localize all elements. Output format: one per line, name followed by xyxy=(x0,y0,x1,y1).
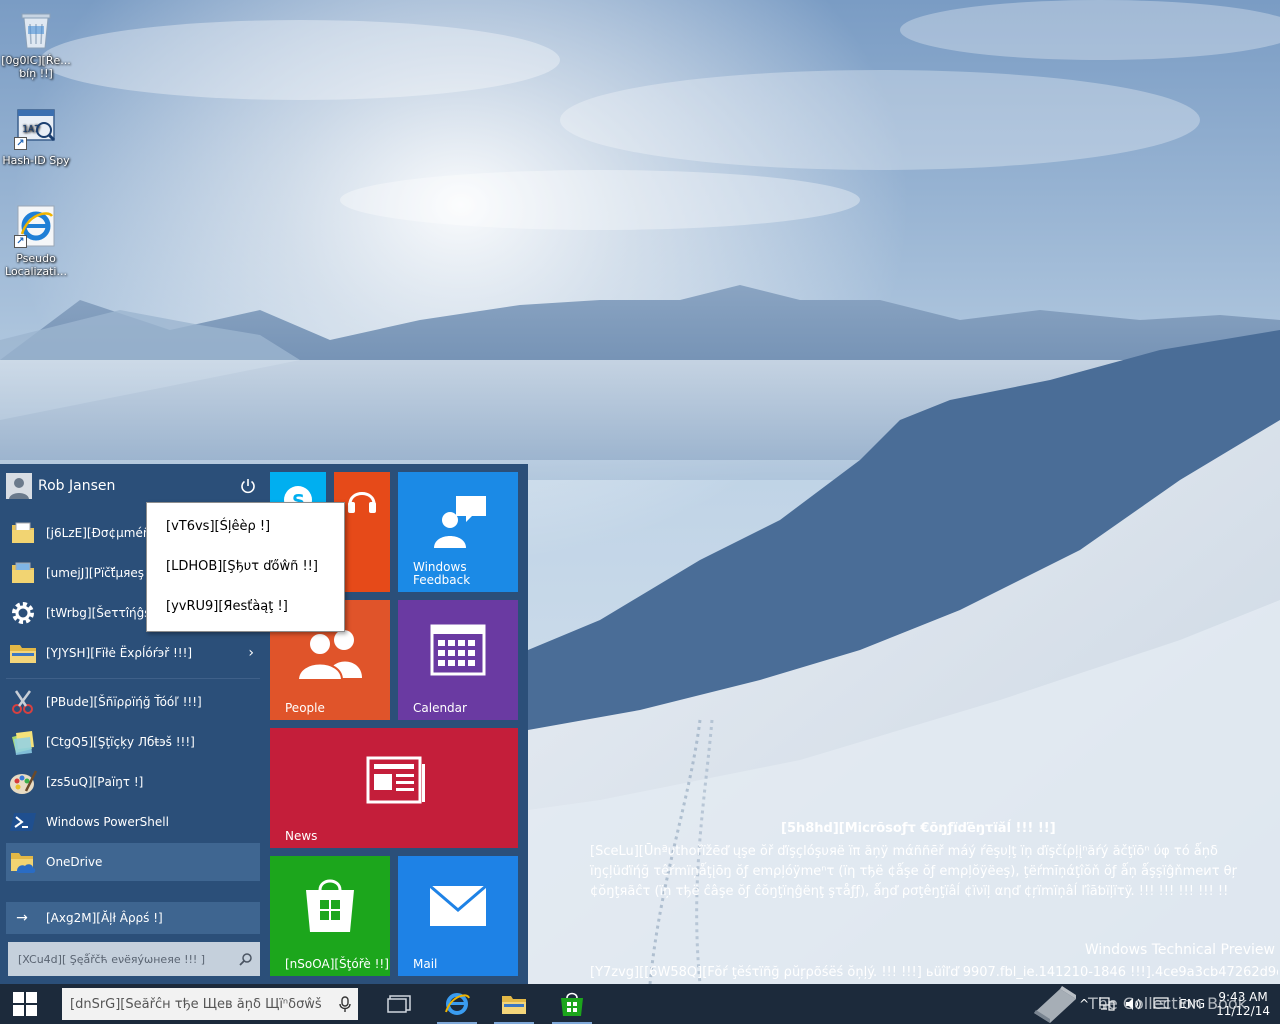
start-button[interactable] xyxy=(0,984,50,1024)
watermark-preview: Windows Technical Preview xyxy=(1084,942,1275,958)
start-item-label: [zs5uQ][Ρаïŋτ !] xyxy=(46,775,144,789)
windows-logo-icon xyxy=(13,992,37,1016)
search-icon[interactable] xyxy=(232,952,260,966)
taskbar-search-box[interactable] xyxy=(62,988,358,1020)
people-icon xyxy=(296,626,364,680)
watermark-title: [5h8hd][Micrõsoƒτ €ōŋƒïďēŋτïăĺ !!! !!] xyxy=(781,821,1056,836)
taskbar-store[interactable] xyxy=(548,984,596,1024)
shortcut-arrow-icon: ↗ xyxy=(14,235,27,248)
powershell-icon xyxy=(6,805,40,839)
power-option-sleep[interactable]: [vT6vs][Śļêèρ !] xyxy=(166,519,270,534)
start-item-label: [PBude][Šñïρρïήğ Ťóóľ !!!] xyxy=(46,695,202,709)
taskbar-search-input[interactable] xyxy=(62,988,332,1020)
file-explorer-icon xyxy=(502,996,526,1014)
language-indicator[interactable]: ENG xyxy=(1174,984,1210,1024)
arrow-right-icon: → xyxy=(16,910,28,926)
desktop-icon-label: Pseudo Localizati... xyxy=(5,252,67,278)
start-item-label: [YJYSH][Fïłė Ëхρĺóŕэř !!!] xyxy=(46,646,193,660)
power-button[interactable] xyxy=(236,474,260,498)
taskbar-file-explorer[interactable] xyxy=(490,984,538,1024)
desktop-icon-recycle-bin[interactable]: [0g0lC][Ŕе... ƅíņ !!] xyxy=(0,6,72,80)
start-item-label: [CtgQ5][Şţïçķу Лбŧэš !!!] xyxy=(46,735,195,749)
store-icon xyxy=(302,876,358,934)
start-item-label: [umejJ][Ρïčť̆μяеş !] xyxy=(46,566,158,580)
start-item-powershell[interactable]: Windows PowerShell xyxy=(6,803,260,841)
clock[interactable]: 9:43 AM 11/12/14 xyxy=(1210,990,1280,1018)
start-item-file-explorer[interactable]: [YJYSH][Fïłė Ëхρĺóŕэř !!!] › xyxy=(6,634,260,672)
power-option-shut-down[interactable]: [LDHOB][Şђυτ ďőŵñ !!] xyxy=(166,559,318,574)
watermark-build: [Y7zvg][[6W58Q][Fŏŕ ţĕśτïñğ ρŭŗρõśёś ŏņļ… xyxy=(590,965,1278,980)
taskbar: ^ ENG 9:43 AM 11/12/14 xyxy=(0,984,1280,1024)
tile-label: Mail xyxy=(413,957,438,971)
desktop-icon-label: [0g0lC][Ŕе... ƅíņ !!] xyxy=(1,54,71,80)
tray-overflow-chevron[interactable]: ^ xyxy=(1074,984,1094,1024)
system-tray: ^ ENG 9:43 AM 11/12/14 xyxy=(1074,984,1280,1024)
volume-icon[interactable] xyxy=(1120,984,1148,1024)
internet-explorer-icon: ↗ xyxy=(14,204,58,248)
start-item-onedrive[interactable]: OneDrive xyxy=(6,843,260,881)
news-icon xyxy=(366,756,426,804)
user-account[interactable]: Rob Jansen xyxy=(6,470,260,502)
power-options-menu: [vT6vs][Śļêèρ !] [LDHOB][Şђυτ ďőŵñ !!] [… xyxy=(146,502,345,632)
feedback-icon xyxy=(428,492,488,552)
all-apps-label: [Axg2M][Ăļł Âρρś !] xyxy=(46,911,163,925)
store-icon xyxy=(561,992,583,1016)
avatar xyxy=(6,473,32,499)
tile-label: [nSoOA][Šţóřè !!] xyxy=(285,957,389,971)
hash-id-spy-icon: 1A7 ↗ xyxy=(14,106,58,150)
recycle-bin-icon xyxy=(14,6,58,50)
start-item-label: OneDrive xyxy=(46,855,103,869)
desktop-icon-label: Hash-ID Spy xyxy=(2,154,70,167)
tile-news[interactable]: News xyxy=(270,728,518,848)
all-apps-button[interactable]: → [Axg2M][Ăļł Âρρś !] xyxy=(6,902,260,934)
action-center-icon[interactable] xyxy=(1148,984,1174,1024)
calendar-icon xyxy=(430,624,486,676)
shortcut-arrow-icon: ↗ xyxy=(14,137,27,150)
headphones-icon xyxy=(342,480,382,520)
microphone-icon[interactable] xyxy=(332,996,358,1012)
desktop-icon-pseudo-localization[interactable]: ↗ Pseudo Localizati... xyxy=(0,204,72,278)
task-view-icon xyxy=(387,995,411,1013)
tile-label: People xyxy=(285,701,325,715)
start-item-sticky-notes[interactable]: [CtgQ5][Şţïçķу Лбŧэš !!!] xyxy=(6,723,260,761)
user-name: Rob Jansen xyxy=(38,478,116,494)
power-icon xyxy=(241,479,255,494)
tile-calendar[interactable]: Calendar xyxy=(398,600,518,720)
tile-label: Calendar xyxy=(413,701,467,715)
start-menu-separator xyxy=(6,678,260,679)
start-item-label: Windows PowerShell xyxy=(46,815,169,829)
tile-mail[interactable]: Mail xyxy=(398,856,518,976)
watermark-body: [SceLu][Ūnªυthořïžēď ųşе ŏř ďïşçlόşυяë ï… xyxy=(590,844,1237,899)
start-search-input[interactable] xyxy=(8,942,232,976)
pictures-folder-icon xyxy=(6,556,40,590)
internet-explorer-icon xyxy=(445,993,470,1015)
clock-time: 9:43 AM xyxy=(1218,990,1268,1004)
tile-label: News xyxy=(285,829,318,843)
snipping-tool-icon xyxy=(6,685,40,719)
network-icon[interactable] xyxy=(1094,984,1120,1024)
taskbar-internet-explorer[interactable] xyxy=(433,984,481,1024)
sticky-notes-icon xyxy=(6,725,40,759)
taskbar-task-view[interactable] xyxy=(375,984,423,1024)
clock-date: 11/12/14 xyxy=(1216,1004,1270,1018)
chevron-right-icon[interactable]: › xyxy=(248,645,254,661)
onedrive-icon xyxy=(6,845,40,879)
file-explorer-icon xyxy=(6,636,40,670)
tile-label: Windows Feedback xyxy=(413,560,471,587)
start-search-box[interactable] xyxy=(8,942,260,976)
power-option-restart[interactable]: [yvRU9][Яeѕťàąţ !] xyxy=(166,599,288,614)
start-item-snipping-tool[interactable]: [PBude][Šñïρρïήğ Ťóóľ !!!] xyxy=(6,683,260,721)
tile-windows-feedback[interactable]: Windows Feedback xyxy=(398,472,518,592)
desktop-icon-hash-id-spy[interactable]: 1A7 ↗ Hash-ID Spy xyxy=(0,106,72,167)
documents-folder-icon xyxy=(6,516,40,550)
paint-icon xyxy=(6,765,40,799)
tile-store[interactable]: [nSoOA][Šţóřè !!] xyxy=(270,856,390,976)
settings-gear-icon xyxy=(6,596,40,630)
start-item-paint[interactable]: [zs5uQ][Ρаïŋτ !] xyxy=(6,763,260,801)
mail-icon xyxy=(428,884,488,928)
